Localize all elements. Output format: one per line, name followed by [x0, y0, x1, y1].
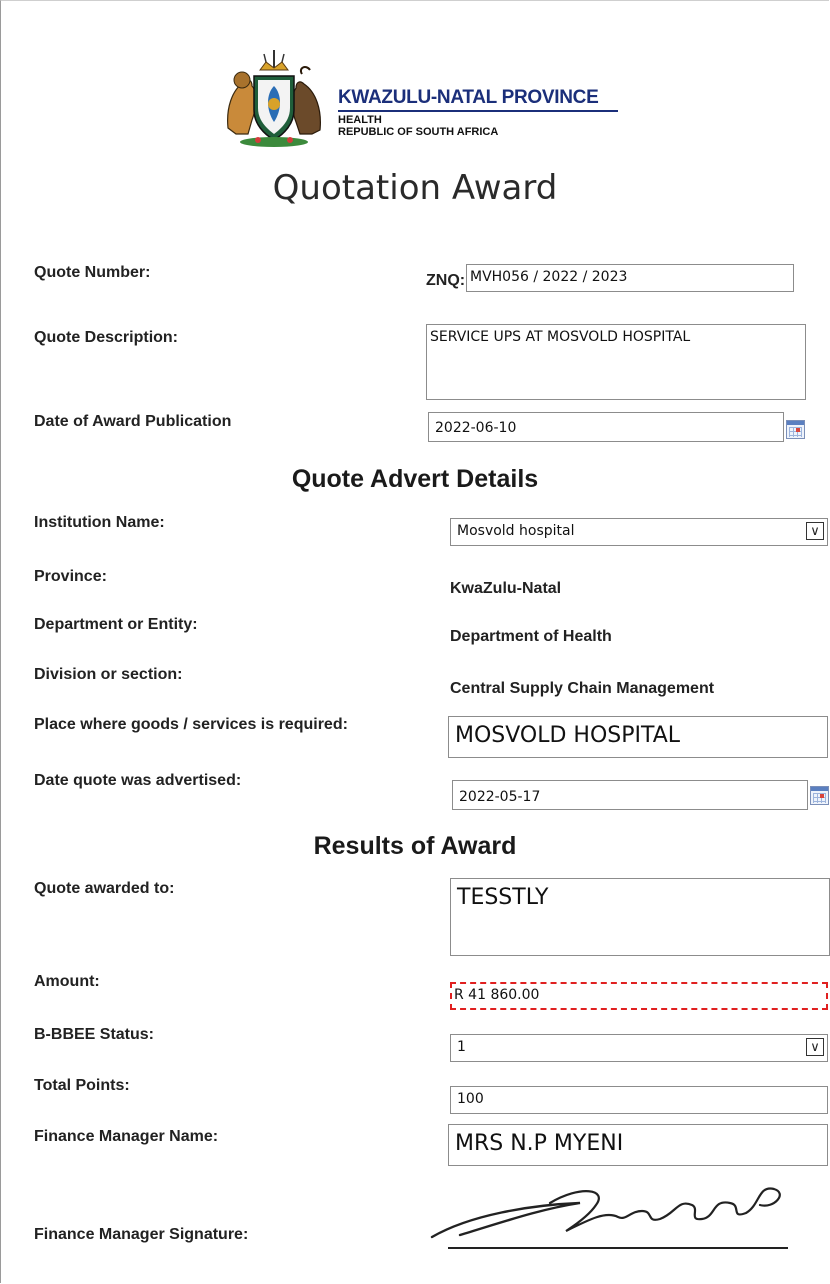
chevron-down-icon[interactable]: ∨ [806, 1038, 824, 1056]
quote-description-label: Quote Description: [34, 329, 179, 346]
points-label: Total Points: [34, 1077, 130, 1094]
institution-select[interactable]: Mosvold hospital [450, 518, 828, 546]
signature-line [448, 1247, 788, 1249]
quote-number-field[interactable]: MVH056 / 2022 / 2023 [466, 264, 794, 292]
province-name: KWAZULU-NATAL PROVINCE [338, 87, 599, 108]
manager-label: Finance Manager Name: [34, 1128, 219, 1145]
chevron-down-icon[interactable]: ∨ [806, 522, 824, 540]
manager-field[interactable]: MRS N.P MYENI [448, 1124, 828, 1166]
coat-of-arms [218, 48, 330, 148]
signature-label: Finance Manager Signature: [34, 1226, 249, 1243]
award-date-field[interactable]: 2022-06-10 [428, 412, 784, 442]
province-value: KwaZulu-Natal [450, 580, 562, 597]
awarded-label: Quote awarded to: [34, 880, 175, 897]
department-label: Department or Entity: [34, 616, 198, 633]
bbbee-label: B-BBEE Status: [34, 1026, 155, 1043]
award-date-label: Date of Award Publication [34, 413, 232, 430]
results-heading: Results of Award [313, 832, 517, 860]
amount-field[interactable]: R 41 860.00 [450, 982, 828, 1010]
calendar-icon[interactable] [786, 420, 805, 439]
advert-heading: Quote Advert Details [291, 465, 539, 493]
department-value: Department of Health [450, 628, 612, 645]
points-field[interactable]: 100 [450, 1086, 828, 1114]
division-value: Central Supply Chain Management [450, 680, 715, 697]
calendar-icon[interactable] [810, 786, 829, 805]
awarded-field[interactable]: TESSTLY [450, 878, 830, 956]
country-name: REPUBLIC OF SOUTH AFRICA [338, 126, 499, 138]
amount-label: Amount: [34, 973, 100, 990]
place-field[interactable]: MOSVOLD HOSPITAL [448, 716, 828, 758]
place-label: Place where goods / services is required… [34, 716, 348, 733]
division-label: Division or section: [34, 666, 183, 683]
quote-number-label: Quote Number: [34, 264, 151, 281]
bbbee-select[interactable]: 1 [450, 1034, 828, 1062]
province-label: Province: [34, 568, 107, 585]
page-title: Quotation Award [272, 168, 558, 208]
institution-label: Institution Name: [34, 514, 165, 531]
signature-image [430, 1175, 810, 1255]
quote-number-prefix: ZNQ: [426, 272, 466, 289]
province-underline [338, 110, 618, 112]
advertised-label: Date quote was advertised: [34, 772, 242, 789]
advertised-date-field[interactable]: 2022-05-17 [452, 780, 808, 810]
quote-description-field[interactable]: SERVICE UPS AT MOSVOLD HOSPITAL [426, 324, 806, 400]
